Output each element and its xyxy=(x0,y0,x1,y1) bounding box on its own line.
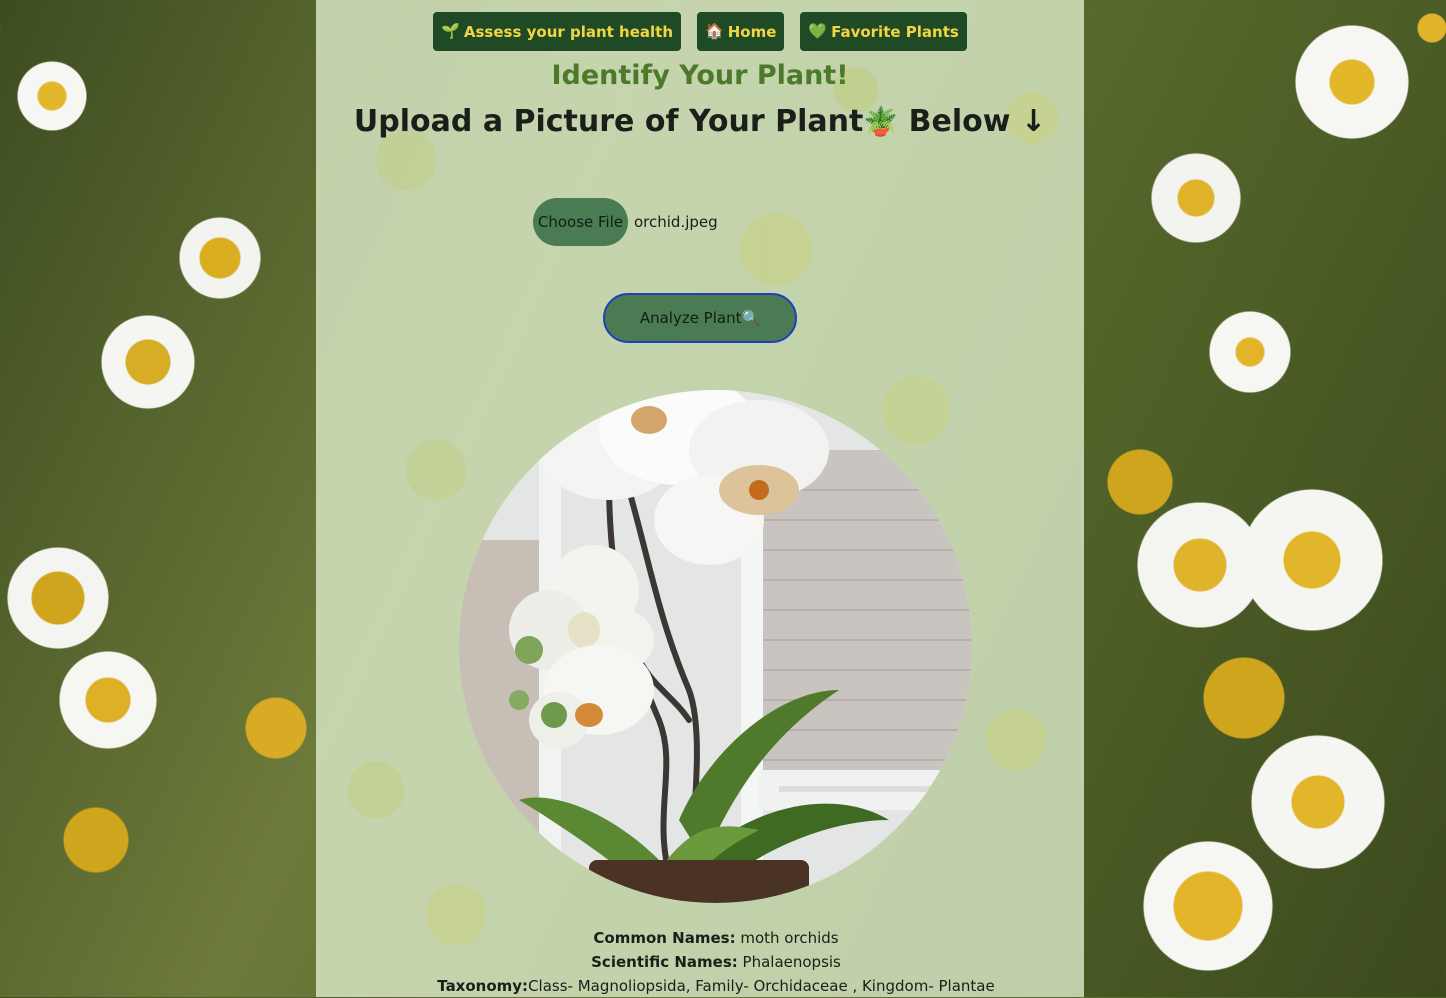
choose-file-button[interactable]: Choose File xyxy=(533,198,628,246)
green-heart-icon: 💚 xyxy=(808,22,828,40)
scientific-names-row: Scientific Names: Phalaenopsis xyxy=(316,950,1116,974)
magnifier-icon: 🔍 xyxy=(741,309,761,327)
plant-info: Common Names: moth orchids Scientific Na… xyxy=(316,926,1116,998)
nav-assess-health-button[interactable]: 🌱 Assess your plant health xyxy=(433,12,682,51)
nav-favorite-plants-button[interactable]: 💚 Favorite Plants xyxy=(800,12,967,51)
nav-home-button[interactable]: 🏠 Home xyxy=(697,12,785,51)
potted-plant-icon: 🪴 xyxy=(863,105,899,138)
house-icon: 🏠 xyxy=(705,22,724,40)
scientific-names-label: Scientific Names: xyxy=(591,953,738,971)
taxonomy-value: Class- Magnoliopsida, Family- Orchidacea… xyxy=(528,977,995,995)
page-title: Identify Your Plant! xyxy=(551,60,849,91)
seedling-icon: 🌱 xyxy=(441,22,460,40)
top-nav: 🌱 Assess your plant health 🏠 Home 💚 Favo… xyxy=(316,12,1084,51)
main-panel: 🌱 Assess your plant health 🏠 Home 💚 Favo… xyxy=(316,0,1084,997)
nav-assess-health-label: Assess your plant health xyxy=(463,22,674,41)
nav-home-label: Home xyxy=(727,22,777,41)
uploaded-plant-image xyxy=(459,390,972,903)
taxonomy-label: Taxonomy: xyxy=(437,977,529,995)
common-names-row: Common Names: moth orchids xyxy=(316,926,1116,950)
upload-heading-suffix: Below ↓ xyxy=(898,104,1047,139)
upload-heading: Upload a Picture of Your Plant🪴 Below ↓ xyxy=(316,104,1084,139)
orchid-photo xyxy=(459,390,972,903)
taxonomy-row: Taxonomy:Class- Magnoliopsida, Family- O… xyxy=(316,974,1116,998)
analyze-plant-button[interactable]: Analyze Plant 🔍 xyxy=(603,293,797,343)
upload-heading-text: Upload a Picture of Your Plant xyxy=(353,104,864,139)
selected-file-name: orchid.jpeg xyxy=(634,213,718,231)
common-names-value: moth orchids xyxy=(735,929,839,947)
nav-favorite-plants-label: Favorite Plants xyxy=(831,22,959,41)
scientific-names-value: Phalaenopsis xyxy=(737,953,841,971)
file-input[interactable]: Choose File orchid.jpeg xyxy=(533,198,718,246)
common-names-label: Common Names: xyxy=(593,929,736,947)
analyze-plant-label: Analyze Plant xyxy=(639,309,742,327)
